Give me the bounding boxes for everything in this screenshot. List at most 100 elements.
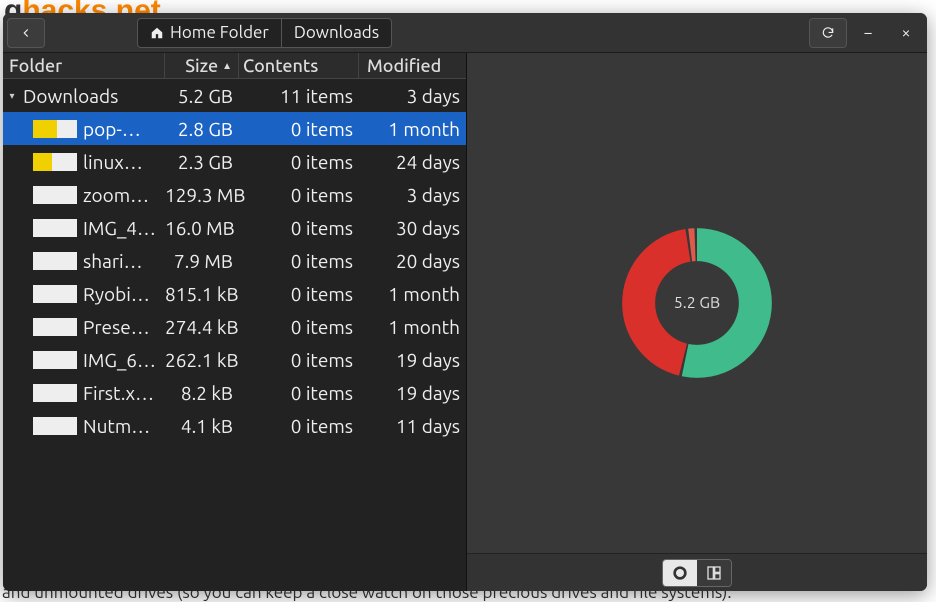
row-name: Downloads	[23, 85, 118, 107]
col-folder[interactable]: Folder	[3, 53, 165, 78]
sort-indicator-icon: ▲	[222, 60, 232, 72]
table-row[interactable]: Ryobi… 815.1 kB0 items1 month	[3, 277, 466, 310]
chart-pane: 5.2 GB	[467, 53, 927, 591]
row-contents: 0 items	[239, 217, 359, 239]
size-swatch	[33, 351, 77, 369]
row-modified: 19 days	[359, 382, 466, 404]
row-modified: 3 days	[359, 184, 466, 206]
row-contents: 0 items	[239, 349, 359, 371]
size-swatch	[33, 417, 77, 435]
titlebar: Home Folder Downloads − ×	[3, 13, 927, 53]
row-modified: 1 month	[359, 283, 466, 305]
col-size-label: Size	[185, 56, 218, 76]
table-row[interactable]: Prese… 274.4 kB0 items1 month	[3, 310, 466, 343]
row-modified: 3 days	[359, 85, 466, 107]
treemap-icon	[706, 565, 722, 581]
col-contents[interactable]: Contents	[239, 53, 359, 78]
breadcrumb: Home Folder Downloads	[137, 18, 392, 48]
treemap-view-button[interactable]	[697, 560, 731, 586]
table-row[interactable]: zoom… 129.3 MB0 items3 days	[3, 178, 466, 211]
row-name: IMG_6…	[83, 349, 156, 371]
breadcrumb-label: Home Folder	[170, 23, 269, 42]
size-swatch	[33, 285, 77, 303]
row-size: 5.2 GB	[165, 85, 239, 107]
row-size: 4.1 kB	[165, 415, 239, 437]
file-tree-pane: Folder Size ▲ Contents Modified ▾ Downlo…	[3, 53, 467, 591]
row-contents: 11 items	[239, 85, 359, 107]
close-button[interactable]: ×	[889, 18, 923, 48]
chevron-left-icon	[19, 26, 33, 40]
donut-chart: 5.2 GB	[620, 226, 774, 380]
table-row[interactable]: pop-… 2.8 GB0 items1 month	[3, 112, 466, 145]
table-row[interactable]: linux… 2.3 GB0 items24 days	[3, 145, 466, 178]
row-name: pop-…	[83, 118, 141, 140]
row-size: 16.0 MB	[165, 217, 239, 239]
row-size: 129.3 MB	[165, 184, 239, 206]
breadcrumb-home[interactable]: Home Folder	[138, 19, 282, 47]
size-swatch	[33, 120, 77, 138]
row-contents: 0 items	[239, 382, 359, 404]
donut-center-label: 5.2 GB	[620, 226, 774, 380]
row-modified: 11 days	[359, 415, 466, 437]
row-modified: 1 month	[359, 118, 466, 140]
row-name: shari…	[83, 250, 143, 272]
row-name: Prese…	[83, 316, 150, 338]
row-modified: 30 days	[359, 217, 466, 239]
row-size: 262.1 kB	[165, 349, 239, 371]
row-contents: 0 items	[239, 151, 359, 173]
minimize-button[interactable]: −	[851, 18, 885, 48]
row-contents: 0 items	[239, 184, 359, 206]
parent-row[interactable]: ▾ Downloads 5.2 GB 11 items 3 days	[3, 79, 466, 112]
table-row[interactable]: IMG_6… 262.1 kB0 items19 days	[3, 343, 466, 376]
col-size[interactable]: Size ▲	[165, 53, 239, 78]
row-contents: 0 items	[239, 316, 359, 338]
size-swatch	[33, 219, 77, 237]
view-toolbar	[467, 553, 927, 591]
col-modified[interactable]: Modified	[359, 53, 466, 78]
row-size: 2.3 GB	[165, 151, 239, 173]
size-swatch	[33, 153, 77, 171]
row-size: 274.4 kB	[165, 316, 239, 338]
disk-usage-window: Home Folder Downloads − × Folder Size ▲ …	[3, 13, 927, 591]
column-headers: Folder Size ▲ Contents Modified	[3, 53, 466, 79]
row-size: 8.2 kB	[165, 382, 239, 404]
view-toggle	[662, 559, 732, 587]
row-modified: 24 days	[359, 151, 466, 173]
table-row[interactable]: Nutm… 4.1 kB0 items11 days	[3, 409, 466, 442]
chart-area: 5.2 GB	[467, 53, 927, 553]
breadcrumb-downloads[interactable]: Downloads	[282, 19, 391, 47]
row-modified: 20 days	[359, 250, 466, 272]
home-icon	[150, 26, 164, 40]
row-name: Nutm…	[83, 415, 150, 437]
row-contents: 0 items	[239, 415, 359, 437]
row-contents: 0 items	[239, 283, 359, 305]
row-name: IMG_4…	[83, 217, 156, 239]
row-contents: 0 items	[239, 118, 359, 140]
row-size: 815.1 kB	[165, 283, 239, 305]
row-modified: 19 days	[359, 349, 466, 371]
row-name: First.x…	[83, 382, 154, 404]
refresh-icon	[821, 26, 835, 40]
table-row[interactable]: IMG_4… 16.0 MB0 items30 days	[3, 211, 466, 244]
content-area: Folder Size ▲ Contents Modified ▾ Downlo…	[3, 53, 927, 591]
back-button[interactable]	[7, 18, 45, 48]
row-name: zoom…	[83, 184, 149, 206]
row-name: Ryobi…	[83, 283, 150, 305]
row-size: 7.9 MB	[165, 250, 239, 272]
refresh-button[interactable]	[809, 18, 847, 48]
row-size: 2.8 GB	[165, 118, 239, 140]
row-contents: 0 items	[239, 250, 359, 272]
ring-view-button[interactable]	[663, 560, 697, 586]
breadcrumb-label: Downloads	[294, 23, 379, 42]
size-swatch	[33, 186, 77, 204]
ring-icon	[672, 565, 688, 581]
size-swatch	[33, 384, 77, 402]
size-swatch	[33, 318, 77, 336]
row-modified: 1 month	[359, 316, 466, 338]
size-swatch	[33, 252, 77, 270]
table-row[interactable]: First.x… 8.2 kB0 items19 days	[3, 376, 466, 409]
table-row[interactable]: shari… 7.9 MB0 items20 days	[3, 244, 466, 277]
rows-container: ▾ Downloads 5.2 GB 11 items 3 days pop-……	[3, 79, 466, 591]
row-name: linux…	[83, 151, 143, 173]
expand-icon[interactable]: ▾	[7, 90, 17, 102]
